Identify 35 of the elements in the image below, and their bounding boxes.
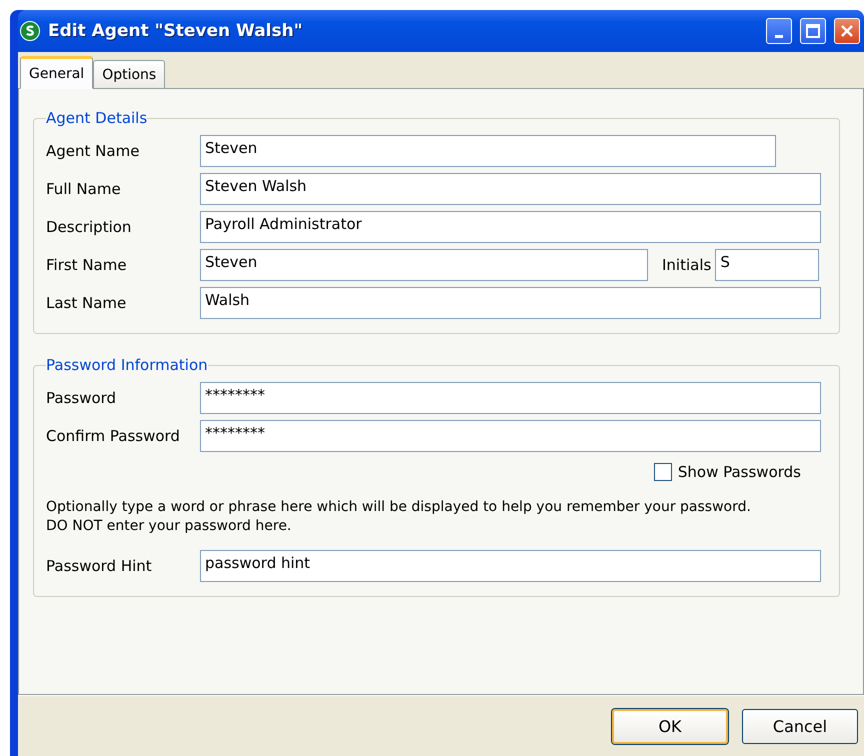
text-field[interactable]: Payroll Administrator bbox=[200, 211, 821, 243]
field-label: Initials bbox=[662, 256, 712, 274]
field-label: Agent Name bbox=[46, 142, 140, 160]
cancel-button[interactable]: Cancel bbox=[742, 708, 858, 744]
window-title: Edit Agent "Steven Walsh" bbox=[48, 21, 304, 41]
text-field[interactable]: Steven Walsh bbox=[200, 173, 821, 205]
maximize-icon bbox=[806, 24, 820, 38]
field-label: Full Name bbox=[46, 180, 122, 198]
minimize-button[interactable] bbox=[766, 18, 792, 44]
minimize-icon bbox=[775, 34, 783, 38]
hint-text: Optionally type a word or phrase here which will be displayed to help you remember your password. DO NOT enter your password here. bbox=[46, 498, 752, 536]
text-field[interactable]: Steven bbox=[200, 135, 776, 167]
app-logo-icon bbox=[20, 21, 40, 41]
text-field[interactable]: Steven bbox=[200, 249, 648, 281]
text-field[interactable]: ******** bbox=[200, 382, 821, 414]
text-field[interactable]: ******** bbox=[200, 420, 821, 452]
ok-button[interactable]: OK bbox=[612, 708, 728, 744]
field-label: Password bbox=[46, 389, 118, 407]
maximize-button[interactable] bbox=[800, 18, 826, 44]
field-label: Description bbox=[46, 218, 132, 236]
group-title: Password Information bbox=[46, 356, 208, 374]
text-field[interactable]: password hint bbox=[200, 550, 821, 582]
field-label: First Name bbox=[46, 256, 128, 274]
field-label: Confirm Password bbox=[46, 427, 181, 445]
close-button[interactable] bbox=[834, 18, 860, 44]
field-label: Password Hint bbox=[46, 557, 153, 575]
text-field[interactable]: S bbox=[715, 249, 820, 281]
tab[interactable]: General bbox=[20, 56, 94, 89]
group-title: Agent Details bbox=[46, 109, 148, 127]
text-field[interactable]: Walsh bbox=[200, 287, 821, 319]
checkbox[interactable] bbox=[654, 463, 672, 481]
close-icon bbox=[840, 24, 854, 38]
field-label: Last Name bbox=[46, 294, 128, 312]
checkbox-label: Show Passwords bbox=[678, 463, 801, 481]
tab[interactable]: Options bbox=[93, 60, 166, 89]
